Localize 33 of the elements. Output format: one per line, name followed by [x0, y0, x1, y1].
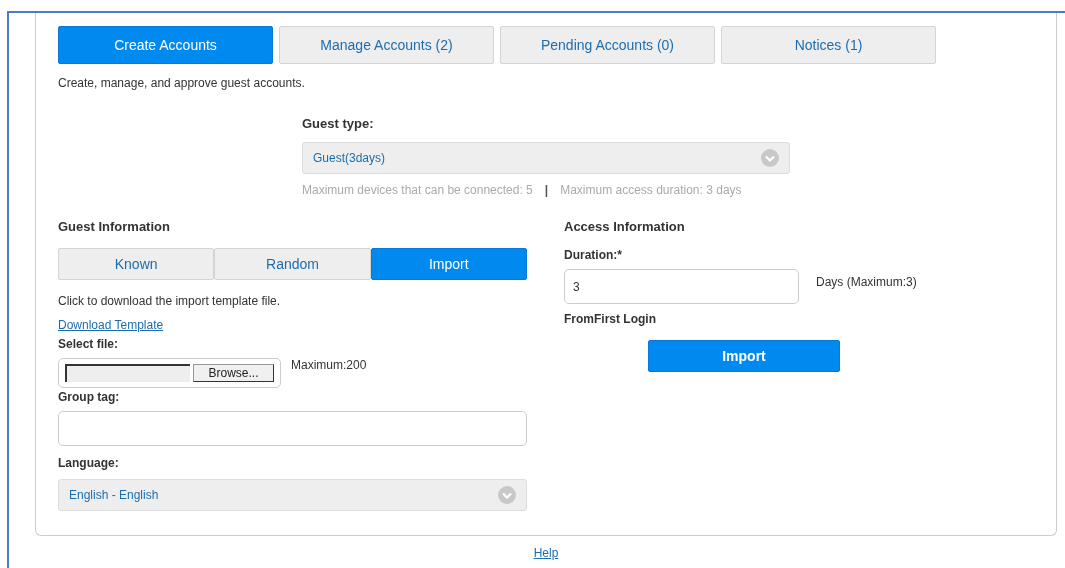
days-note-text: Days (Maximum:3) [816, 275, 917, 289]
file-picker[interactable]: Browse... [58, 358, 281, 388]
language-select[interactable]: English - English [58, 479, 527, 511]
from-first-login-text: FromFirst Login [564, 312, 657, 326]
group-tag-label: Group tag: [58, 390, 121, 404]
tab[interactable]: Create Accounts [58, 26, 273, 64]
group-tag-input[interactable] [58, 411, 527, 446]
tab[interactable]: Notices (1) [721, 26, 936, 64]
language-label: Language: [58, 456, 120, 470]
hint-text: Maximum devices that can be connected: 5 [302, 183, 533, 197]
select-file-label: Select file: [58, 337, 120, 351]
duration-label: Duration:* [564, 248, 623, 262]
section-heading: Guest Information [58, 219, 171, 234]
tab[interactable]: Pending Accounts (0) [500, 26, 715, 64]
instruction-text: Click to download the import template file. [58, 294, 282, 308]
hint-text: Maximum access duration: 3 days [560, 183, 742, 197]
duration-input[interactable]: 3 [564, 269, 799, 304]
chevron-down-icon [761, 149, 779, 167]
maximum-text: Maximum:200 [291, 358, 367, 372]
mode-tab[interactable]: Random [214, 248, 371, 280]
import-button[interactable]: Import [648, 340, 840, 372]
separator-text: | [544, 183, 549, 197]
download-link[interactable]: Download Template [58, 318, 164, 332]
section-heading: Access Information [564, 219, 686, 234]
help-link[interactable]: Help [533, 546, 559, 560]
guest-type-label: Guest type: [302, 116, 375, 131]
chevron-down-icon [498, 486, 516, 504]
mode-tab[interactable]: Known [58, 248, 215, 280]
mode-tab[interactable]: Import [370, 248, 527, 280]
tab[interactable]: Manage Accounts (2) [279, 26, 494, 64]
browse-button[interactable]: Browse... [193, 364, 274, 382]
guest-type-select[interactable]: Guest(3days) [302, 142, 790, 174]
description-text: Create, manage, and approve guest accounts. [58, 76, 306, 90]
